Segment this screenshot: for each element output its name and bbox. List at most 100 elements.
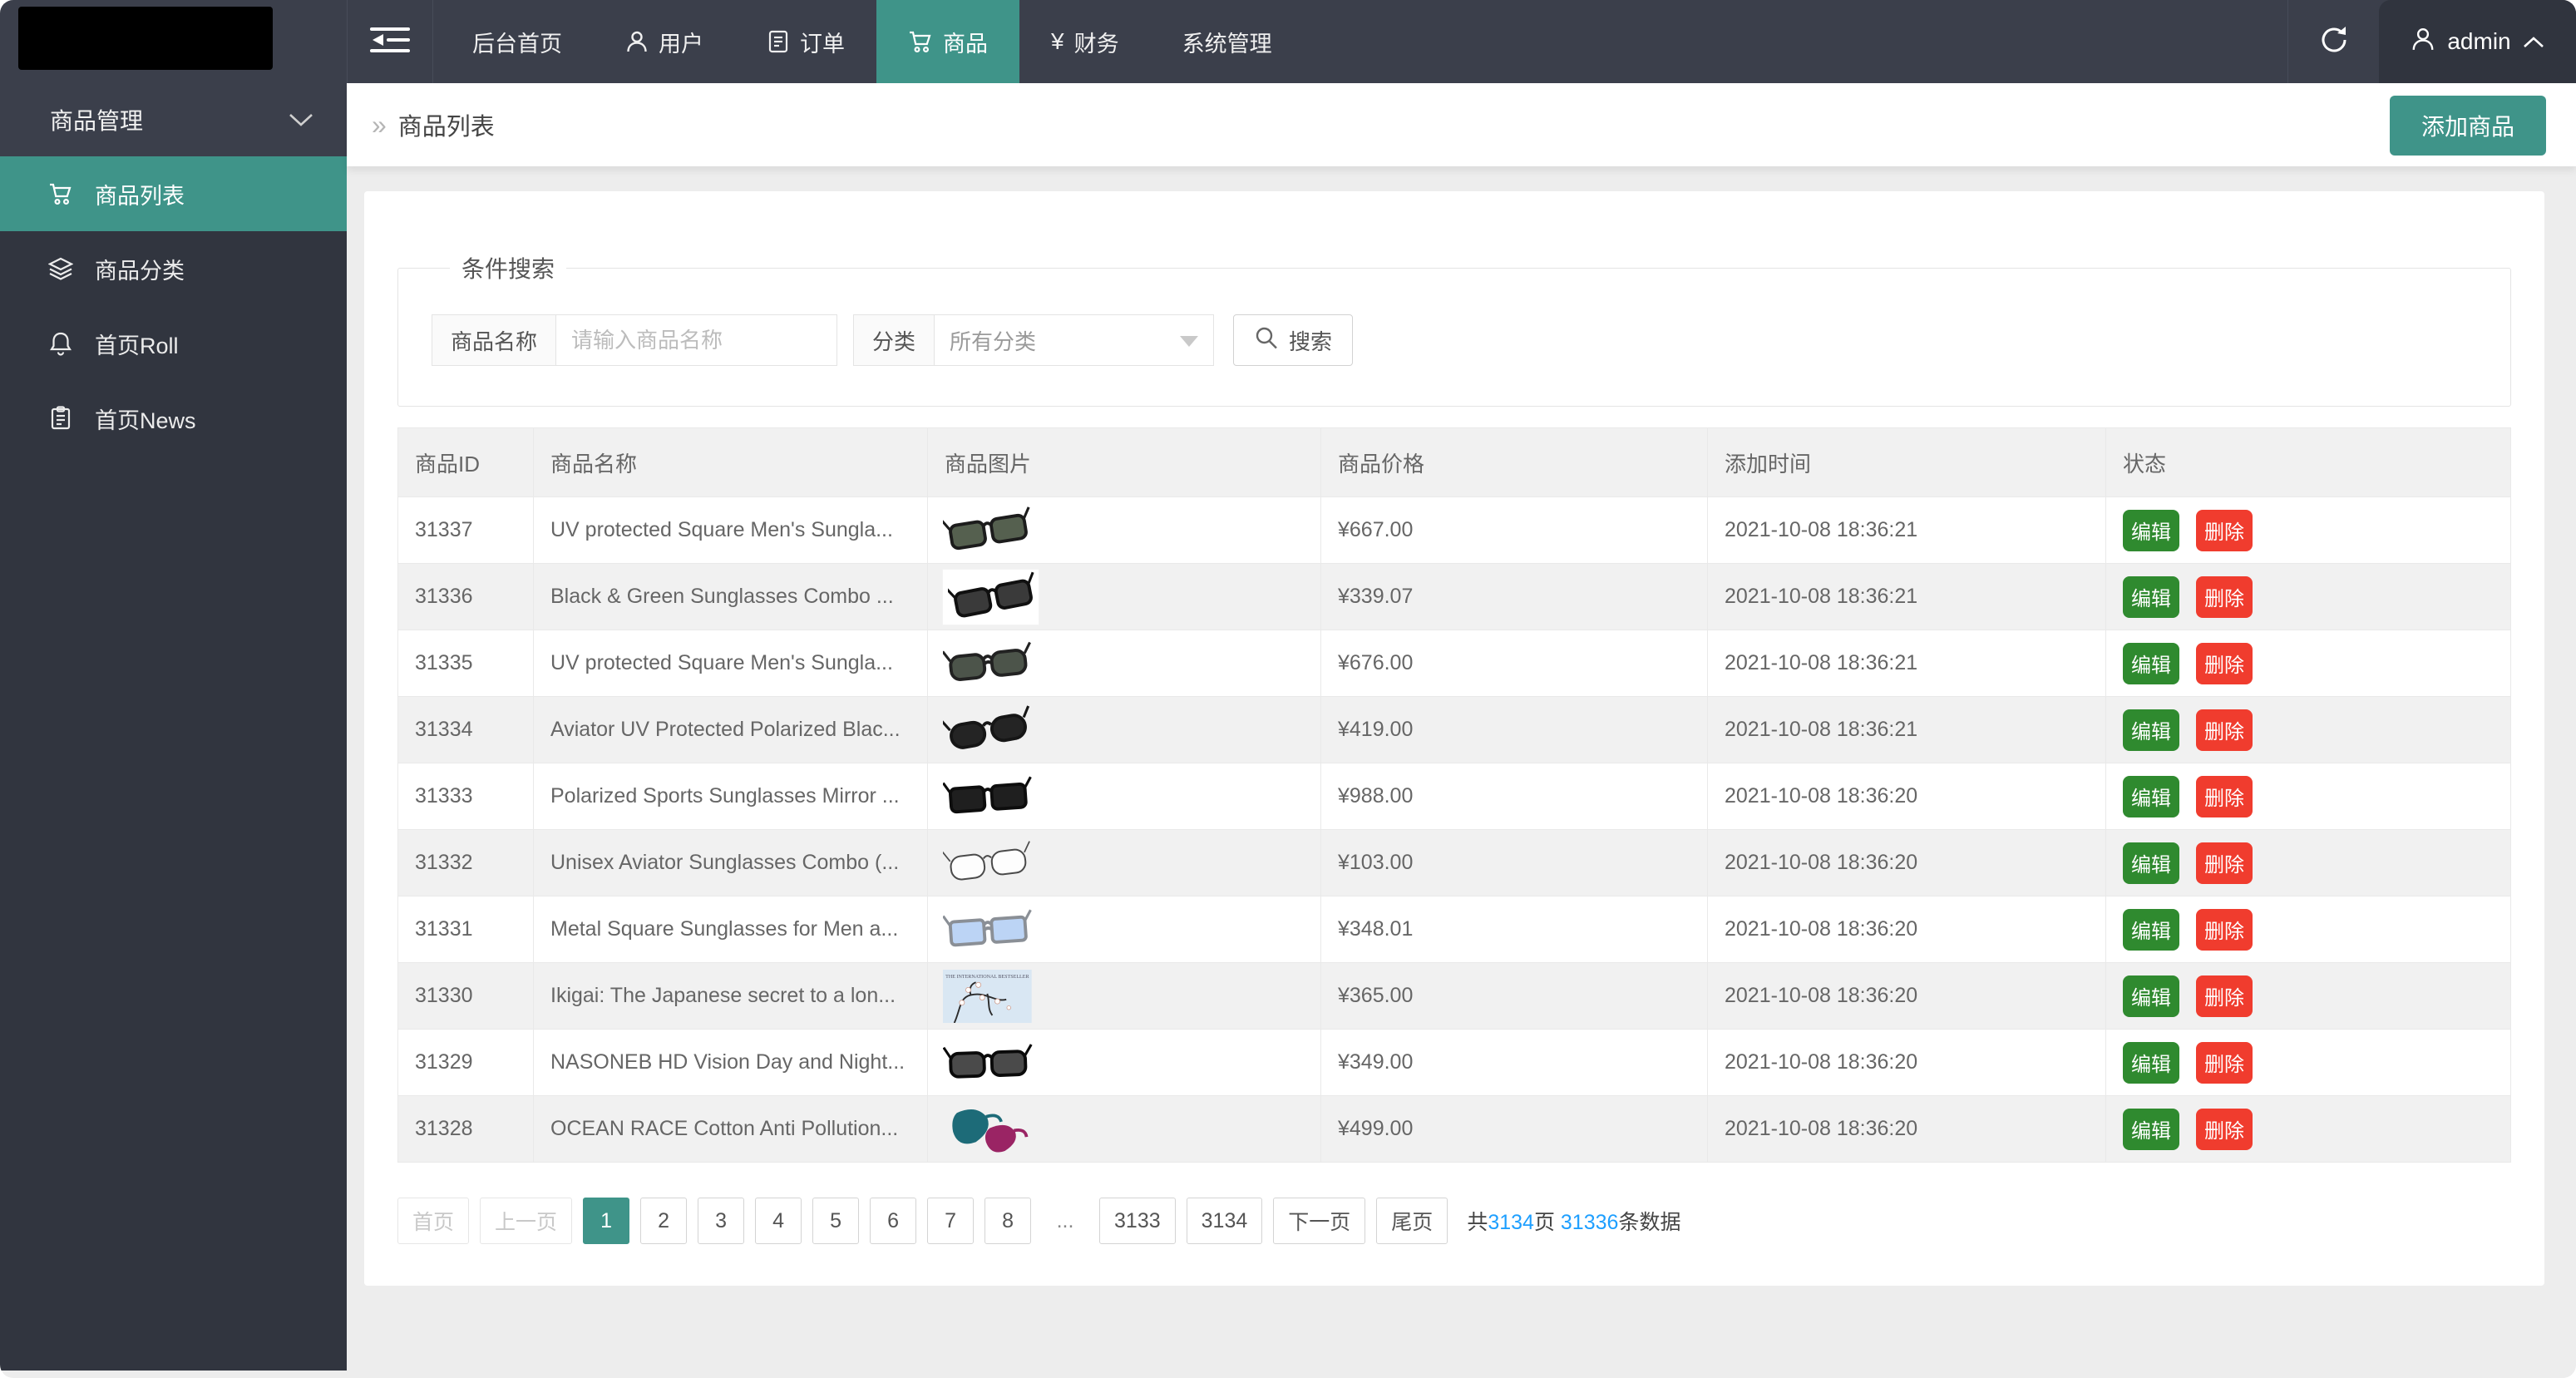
product-image-cell [928, 497, 1321, 564]
nav-item-finance[interactable]: ¥ 财务 [1019, 0, 1151, 83]
edit-button[interactable]: 编辑 [2123, 1109, 2179, 1150]
product-name: Black & Green Sunglasses Combo ... [534, 564, 928, 630]
product-image-cell [928, 1096, 1321, 1163]
chevron-up-icon [2523, 28, 2544, 55]
product-image [943, 704, 1039, 756]
edit-button[interactable]: 编辑 [2123, 510, 2179, 551]
product-price: ¥667.00 [1321, 497, 1708, 564]
add-product-button[interactable]: 添加商品 [2390, 96, 2546, 156]
row-actions: 编辑删除 [2106, 830, 2511, 896]
admin-username: admin [2447, 28, 2510, 55]
breadcrumb-caret: » [372, 110, 387, 141]
product-image [943, 771, 1039, 822]
delete-button[interactable]: 删除 [2196, 576, 2253, 618]
nav-item-home[interactable]: 后台首页 [441, 0, 594, 83]
category-group: 分类 所有分类 [853, 314, 1214, 366]
breadcrumb: 商品列表 [398, 107, 495, 142]
sidebar-item-product-list[interactable]: 商品列表 [0, 156, 347, 231]
layers-icon [48, 256, 73, 281]
search-legend: 条件搜索 [450, 251, 566, 284]
edit-button[interactable]: 编辑 [2123, 576, 2179, 618]
product-id: 31336 [398, 564, 534, 630]
page-number-button[interactable]: 7 [927, 1198, 974, 1244]
delete-button[interactable]: 删除 [2196, 1109, 2253, 1150]
product-price: ¥348.01 [1321, 896, 1708, 963]
category-select[interactable]: 所有分类 [934, 314, 1214, 366]
table-row: 31329NASONEB HD Vision Day and Night... … [398, 1030, 2511, 1096]
page-number-button[interactable]: 4 [755, 1198, 802, 1244]
table-header-row: 商品ID商品名称商品图片商品价格添加时间状态 [398, 428, 2511, 497]
cart-icon [908, 29, 933, 54]
delete-button[interactable]: 删除 [2196, 1042, 2253, 1084]
table-row: 31335UV protected Square Men's Sungla...… [398, 630, 2511, 697]
search-button[interactable]: 搜索 [1233, 314, 1353, 366]
product-id: 31334 [398, 697, 534, 763]
row-actions: 编辑删除 [2106, 630, 2511, 697]
products-table: 商品ID商品名称商品图片商品价格添加时间状态 31337UV protected… [397, 427, 2511, 1163]
work-area: 条件搜索 商品名称 分类 所有分类 [347, 166, 2576, 1378]
product-name-input[interactable] [555, 314, 837, 366]
product-price: ¥339.07 [1321, 564, 1708, 630]
product-added-time: 2021-10-08 18:36:21 [1708, 564, 2106, 630]
delete-button[interactable]: 删除 [2196, 776, 2253, 817]
admin-menu[interactable]: admin [2379, 0, 2576, 83]
sidebar-section-product-management[interactable]: 商品管理 [0, 83, 347, 156]
page-number-button[interactable]: 3 [698, 1198, 744, 1244]
product-id: 31333 [398, 763, 534, 830]
nav-item-users[interactable]: 用户 [594, 0, 735, 83]
sidebar-item-product-categories[interactable]: 商品分类 [0, 231, 347, 306]
product-id: 31332 [398, 830, 534, 896]
prev-page-button: 上一页 [480, 1198, 572, 1244]
delete-button[interactable]: 删除 [2196, 709, 2253, 751]
edit-button[interactable]: 编辑 [2123, 709, 2179, 751]
edit-button[interactable]: 编辑 [2123, 975, 2179, 1017]
page-number-button[interactable]: 5 [812, 1198, 859, 1244]
product-image-cell [928, 697, 1321, 763]
collapse-icon [370, 23, 410, 61]
page-number-button[interactable]: 1 [583, 1198, 629, 1244]
page-number-button[interactable]: 2 [640, 1198, 687, 1244]
last-page-button[interactable]: 尾页 [1376, 1198, 1448, 1244]
product-image-cell [928, 830, 1321, 896]
admin-app: 后台首页 用户 订单 商品 ¥ 财务 系统管理 [0, 0, 2576, 1378]
table-row: 31334Aviator UV Protected Polarized Blac… [398, 697, 2511, 763]
column-header: 添加时间 [1708, 428, 2106, 497]
delete-button[interactable]: 删除 [2196, 909, 2253, 951]
page-number-button[interactable]: 8 [985, 1198, 1031, 1244]
search-form: 商品名称 分类 所有分类 [432, 314, 2477, 366]
edit-button[interactable]: 编辑 [2123, 909, 2179, 951]
delete-button[interactable]: 删除 [2196, 975, 2253, 1017]
product-name: Ikigai: The Japanese secret to a lon... [534, 963, 928, 1030]
refresh-icon [2317, 23, 2351, 61]
delete-button[interactable]: 删除 [2196, 842, 2253, 884]
sidebar-item-home-news[interactable]: 首页News [0, 381, 347, 456]
nav-item-products[interactable]: 商品 [876, 0, 1019, 83]
row-actions: 编辑删除 [2106, 1096, 2511, 1163]
sidebar-collapse-button[interactable] [347, 0, 433, 83]
nav-item-system[interactable]: 系统管理 [1151, 0, 1304, 83]
next-page-button[interactable]: 下一页 [1273, 1198, 1365, 1244]
table-row: 31333Polarized Sports Sunglasses Mirror … [398, 763, 2511, 830]
nav-item-orders[interactable]: 订单 [735, 0, 876, 83]
product-added-time: 2021-10-08 18:36:20 [1708, 1096, 2106, 1163]
product-added-time: 2021-10-08 18:36:20 [1708, 830, 2106, 896]
page-number-button[interactable]: 3134 [1187, 1198, 1263, 1244]
page-number-button[interactable]: 3133 [1099, 1198, 1176, 1244]
page-number-button[interactable]: 6 [870, 1198, 916, 1244]
table-row: 31330Ikigai: The Japanese secret to a lo… [398, 963, 2511, 1030]
edit-button[interactable]: 编辑 [2123, 842, 2179, 884]
edit-button[interactable]: 编辑 [2123, 1042, 2179, 1084]
sidebar-item-home-roll[interactable]: 首页Roll [0, 306, 347, 381]
delete-button[interactable]: 删除 [2196, 510, 2253, 551]
edit-button[interactable]: 编辑 [2123, 776, 2179, 817]
product-image [943, 505, 1039, 556]
delete-button[interactable]: 删除 [2196, 643, 2253, 684]
pagination: 首页上一页12345678...31333134下一页尾页共3134页 3133… [397, 1198, 2511, 1244]
refresh-button[interactable] [2287, 0, 2379, 83]
edit-button[interactable]: 编辑 [2123, 643, 2179, 684]
product-name: UV protected Square Men's Sungla... [534, 497, 928, 564]
breadcrumb-bar: » 商品列表 添加商品 [347, 83, 2576, 166]
product-image [943, 638, 1039, 689]
product-id: 31328 [398, 1096, 534, 1163]
pagination-ellipsis: ... [1042, 1198, 1088, 1244]
